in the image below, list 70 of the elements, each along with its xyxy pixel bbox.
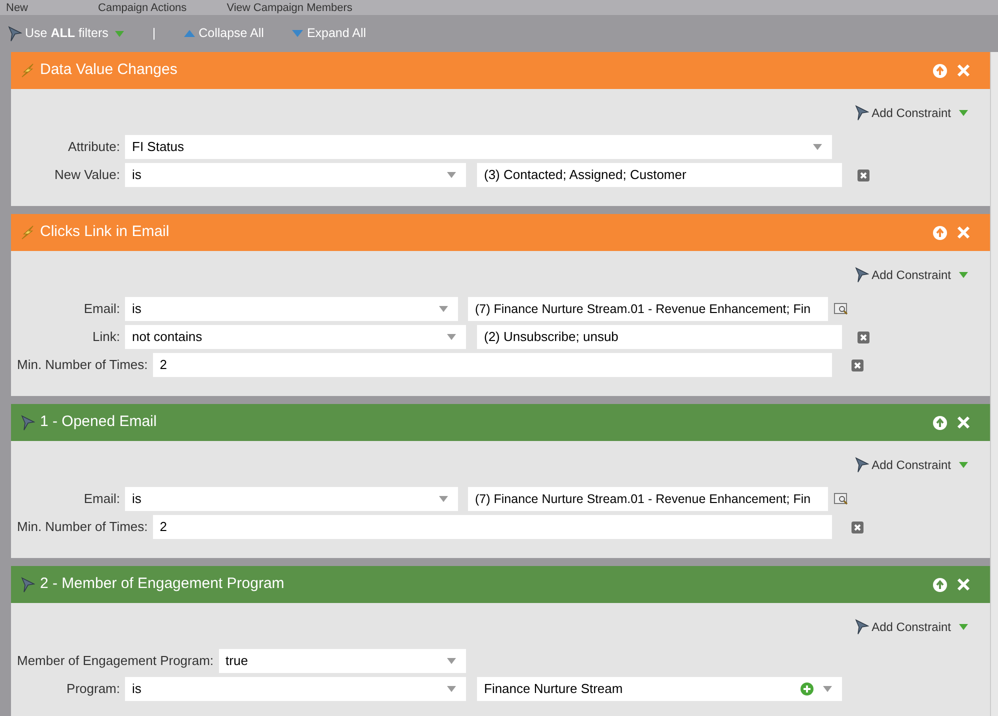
caret-icon — [959, 110, 968, 116]
caret-icon — [959, 624, 968, 630]
lightning-icon — [21, 225, 35, 240]
move-up-icon[interactable] — [933, 578, 947, 592]
panel-header[interactable]: 2 - Member of Engagement Program — [11, 566, 990, 603]
add-constraint-button[interactable]: Add Constraint — [854, 266, 968, 284]
move-up-icon[interactable] — [933, 64, 947, 78]
input-field[interactable]: 2 — [152, 353, 832, 377]
remove-icon[interactable] — [851, 358, 864, 372]
add-constraint-button[interactable]: Add Constraint — [854, 618, 968, 636]
lightning-icon — [21, 63, 35, 78]
menu-item[interactable]: New — [0, 2, 88, 15]
remove-icon[interactable] — [857, 330, 870, 344]
panel-title: 2 - Member of Engagement Program — [40, 574, 286, 594]
caret-icon — [447, 658, 456, 664]
caret-icon — [447, 334, 456, 340]
field-label: Min. Number of Times: — [17, 518, 149, 536]
close-icon[interactable] — [957, 578, 970, 591]
dropdown-field[interactable]: not contains — [125, 325, 466, 349]
panel-title: Data Value Changes — [40, 60, 178, 80]
remove-icon[interactable] — [857, 168, 870, 182]
triangle-up-icon — [184, 30, 195, 37]
lookup-icon[interactable] — [834, 302, 849, 316]
field-label: Program: — [66, 680, 121, 698]
triangle-down-icon — [292, 30, 303, 37]
close-icon[interactable] — [957, 226, 970, 239]
input-field[interactable]: (3) Contacted; Assigned; Customer — [477, 163, 842, 187]
panel-title: 1 - Opened Email — [40, 412, 158, 432]
input-field[interactable]: (2) Unsubscribe; unsub — [477, 325, 842, 349]
caret-icon — [959, 272, 968, 278]
caret-icon — [447, 686, 456, 692]
scrollbar[interactable] — [990, 52, 998, 716]
dropdown-field[interactable]: is — [125, 297, 458, 321]
dropdown-field[interactable]: FI Status — [125, 135, 832, 159]
caret-icon — [959, 462, 968, 468]
caret-icon — [823, 686, 832, 692]
caret-icon — [813, 144, 822, 150]
caret-icon — [439, 306, 448, 312]
move-up-icon[interactable] — [933, 226, 947, 240]
move-up-icon[interactable] — [933, 416, 947, 430]
field-label: New Value: — [53, 166, 121, 184]
input-field[interactable]: (7) Finance Nurture Stream.01 - Revenue Enhancement; Fin — [468, 297, 828, 321]
input-field[interactable]: (7) Finance Nurture Stream.01 - Revenue Enhancement; Fin — [468, 487, 828, 511]
add-constraint-button[interactable]: Add Constraint — [854, 456, 968, 474]
field-label: Min. Number of Times: — [17, 356, 149, 374]
caret-icon — [447, 172, 456, 178]
dropdown-field[interactable]: Finance Nurture Stream — [477, 677, 842, 701]
input-field[interactable]: 2 — [152, 515, 832, 539]
menu-item[interactable]: Campaign Actions — [88, 2, 217, 15]
caret-icon — [115, 30, 124, 36]
panel-title: Clicks Link in Email — [40, 222, 170, 242]
field-label: Member of Engagement Program: — [17, 652, 215, 670]
field-label: Email: — [82, 490, 121, 508]
panel-header[interactable]: 1 - Opened Email — [11, 404, 990, 441]
caret-icon — [439, 496, 448, 502]
field-label: Email: — [82, 300, 121, 318]
dropdown-field[interactable]: is — [125, 163, 466, 187]
plus-icon[interactable] — [800, 682, 814, 696]
menu-item[interactable]: View Campaign Members — [216, 2, 382, 15]
remove-icon[interactable] — [851, 520, 864, 534]
dropdown-field[interactable]: true — [218, 649, 466, 673]
field-label: Link: — [92, 328, 121, 346]
add-constraint-button[interactable]: Add Constraint — [854, 104, 968, 122]
lookup-icon[interactable] — [834, 492, 849, 506]
dropdown-field[interactable]: is — [125, 677, 466, 701]
close-icon[interactable] — [957, 416, 970, 429]
field-label: Attribute: — [66, 138, 121, 156]
close-icon[interactable] — [957, 64, 970, 77]
dropdown-field[interactable]: is — [125, 487, 458, 511]
toolbar-separator: | — [152, 25, 156, 42]
